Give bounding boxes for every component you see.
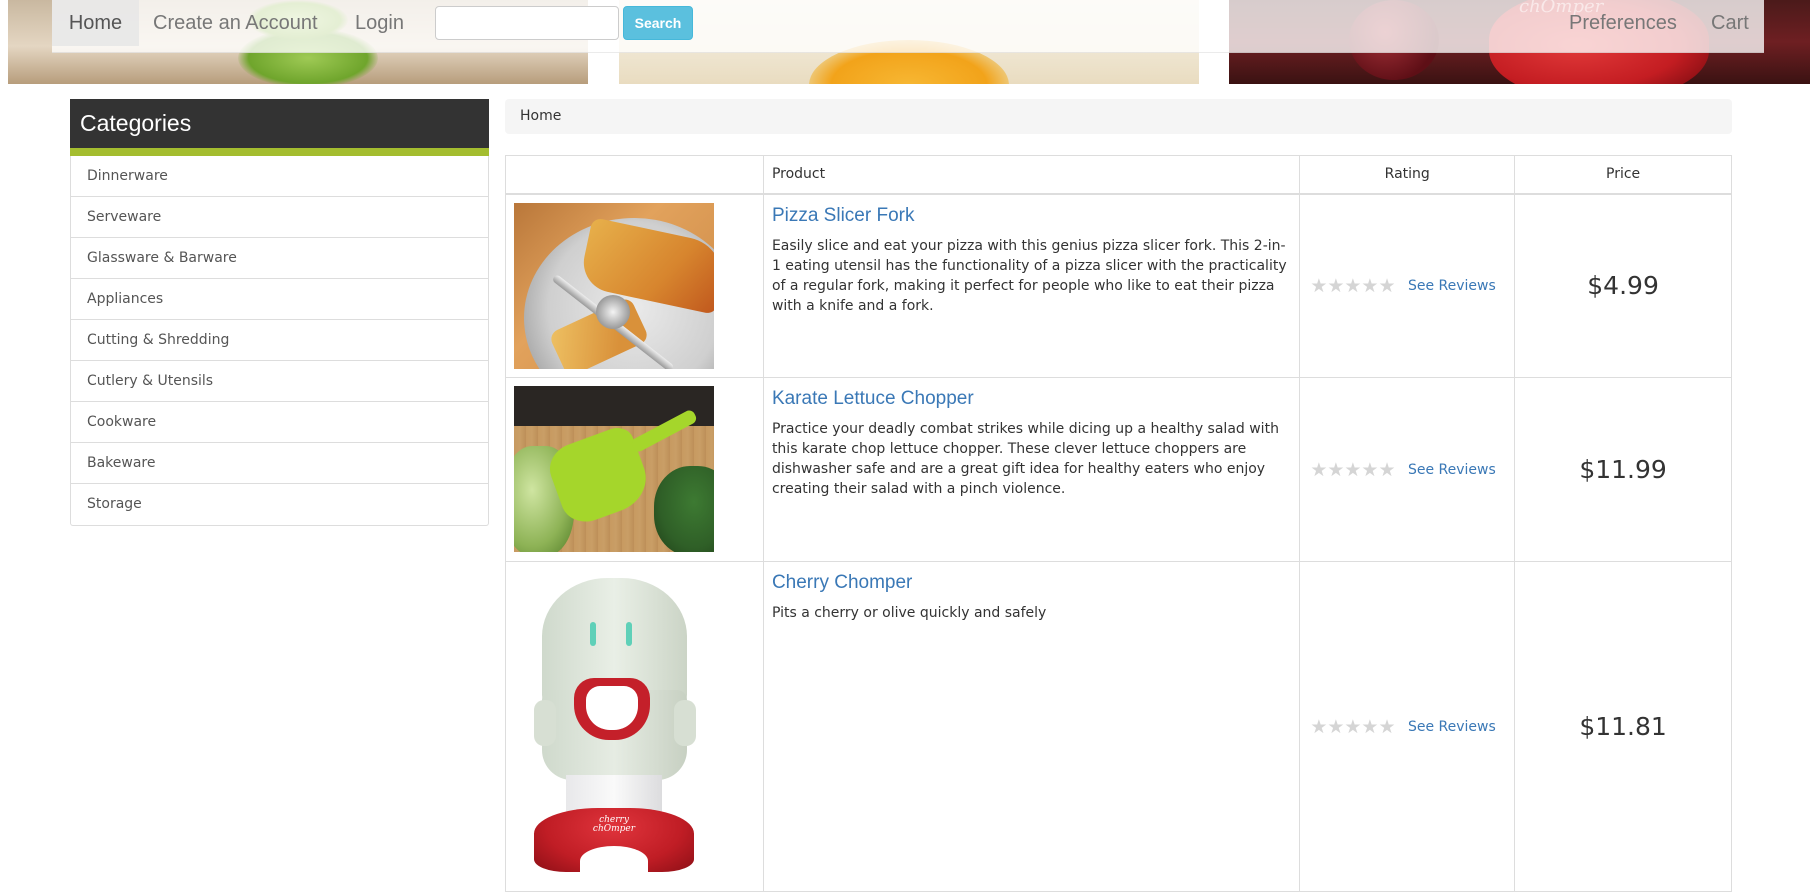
category-item-appliances[interactable]: Appliances xyxy=(71,279,488,320)
chomper-base-label: cherry chOmper xyxy=(574,816,654,834)
category-list: Dinnerware Serveware Glassware & Barware… xyxy=(70,156,489,526)
star-rating-icon: ★★★★★ xyxy=(1310,715,1396,738)
product-info-cell: Cherry Chomper Pits a cherry or olive qu… xyxy=(762,561,1301,892)
product-description: Practice your deadly combat strikes whil… xyxy=(771,421,1279,497)
category-item-storage[interactable]: Storage xyxy=(71,484,488,525)
category-item-glassware-barware[interactable]: Glassware & Barware xyxy=(71,238,488,279)
breadcrumb: Home xyxy=(505,99,1732,134)
category-item-dinnerware[interactable]: Dinnerware xyxy=(71,156,488,197)
nav-create-account-link[interactable]: Create an Account xyxy=(153,0,318,46)
product-price: $11.99 xyxy=(1514,377,1732,562)
see-reviews-link[interactable]: See Reviews xyxy=(1408,719,1496,735)
table-row: Pizza Slicer Fork Easily slice and eat y… xyxy=(505,193,1732,378)
product-rating-cell: ★★★★★ See Reviews xyxy=(1299,193,1516,378)
product-name-link[interactable]: Cherry Chomper xyxy=(772,572,1291,594)
nav-preferences-link[interactable]: Preferences xyxy=(1569,0,1677,46)
product-price: $11.81 xyxy=(1514,561,1732,892)
product-image-cell xyxy=(505,193,764,378)
product-info-cell: Pizza Slicer Fork Easily slice and eat y… xyxy=(762,193,1301,378)
header-price: Price xyxy=(1514,155,1732,195)
chomper-arm-right xyxy=(674,700,696,746)
chomper-eye-right xyxy=(626,622,632,646)
see-reviews-link[interactable]: See Reviews xyxy=(1408,462,1496,478)
nav-cart-link[interactable]: Cart xyxy=(1711,0,1749,46)
categories-sidebar: Categories Dinnerware Serveware Glasswar… xyxy=(70,99,489,526)
product-rating-cell: ★★★★★ See Reviews xyxy=(1299,561,1516,892)
product-description: Easily slice and eat your pizza with thi… xyxy=(771,237,1287,314)
header-product: Product xyxy=(762,155,1301,195)
product-name-link[interactable]: Karate Lettuce Chopper xyxy=(772,388,1291,410)
chomper-base-hole xyxy=(580,846,648,876)
category-item-cutlery-utensils[interactable]: Cutlery & Utensils xyxy=(71,361,488,402)
product-info-cell: Karate Lettuce Chopper Practice your dea… xyxy=(762,377,1301,562)
category-item-bakeware[interactable]: Bakeware xyxy=(71,443,488,484)
category-item-cutting-shredding[interactable]: Cutting & Shredding xyxy=(71,320,488,361)
pizza-slicer-fork-photo[interactable] xyxy=(514,202,714,369)
table-header-row: Product Rating Price xyxy=(505,155,1732,195)
nav-home-link[interactable]: Home xyxy=(52,0,139,46)
product-image-cell: cherry chOmper xyxy=(505,561,764,892)
product-name-link[interactable]: Pizza Slicer Fork xyxy=(772,205,1291,227)
chomper-label-line-2: chOmper xyxy=(592,824,636,834)
lettuce-leaf-2 xyxy=(654,466,714,552)
cherry-chomper-photo[interactable]: cherry chOmper xyxy=(514,570,714,882)
product-image-cell xyxy=(505,377,764,562)
table-row: Karate Lettuce Chopper Practice your dea… xyxy=(505,377,1732,562)
star-rating-icon: ★★★★★ xyxy=(1310,458,1396,481)
product-price: $4.99 xyxy=(1514,193,1732,378)
categories-title: Categories xyxy=(70,99,489,156)
category-item-serveware[interactable]: Serveware xyxy=(71,197,488,238)
slicer-wheel xyxy=(596,294,630,329)
header-rating: Rating xyxy=(1299,155,1516,195)
chomper-eye-left xyxy=(590,622,596,646)
product-description: Pits a cherry or olive quickly and safel… xyxy=(771,605,1047,621)
search-button[interactable]: Search xyxy=(623,6,693,40)
product-rating-cell: ★★★★★ See Reviews xyxy=(1299,377,1516,562)
category-item-cookware[interactable]: Cookware xyxy=(71,402,488,443)
chomper-arm-left xyxy=(534,700,556,746)
see-reviews-link[interactable]: See Reviews xyxy=(1408,278,1496,294)
chomper-mouth-inner xyxy=(586,686,638,730)
nav-login-link[interactable]: Login xyxy=(355,0,404,46)
header-image xyxy=(505,155,764,195)
lettuce-chopper-photo[interactable] xyxy=(514,386,714,552)
table-row: cherry chOmper Cherry Chomper Pits a che… xyxy=(505,561,1732,892)
star-rating-icon: ★★★★★ xyxy=(1310,274,1396,297)
product-table: Product Rating Price Pizza Slicer Fork E… xyxy=(505,155,1732,892)
breadcrumb-home[interactable]: Home xyxy=(520,108,561,124)
top-navbar: Home Create an Account Login Search Pref… xyxy=(52,0,1764,53)
search-input[interactable] xyxy=(435,6,619,40)
